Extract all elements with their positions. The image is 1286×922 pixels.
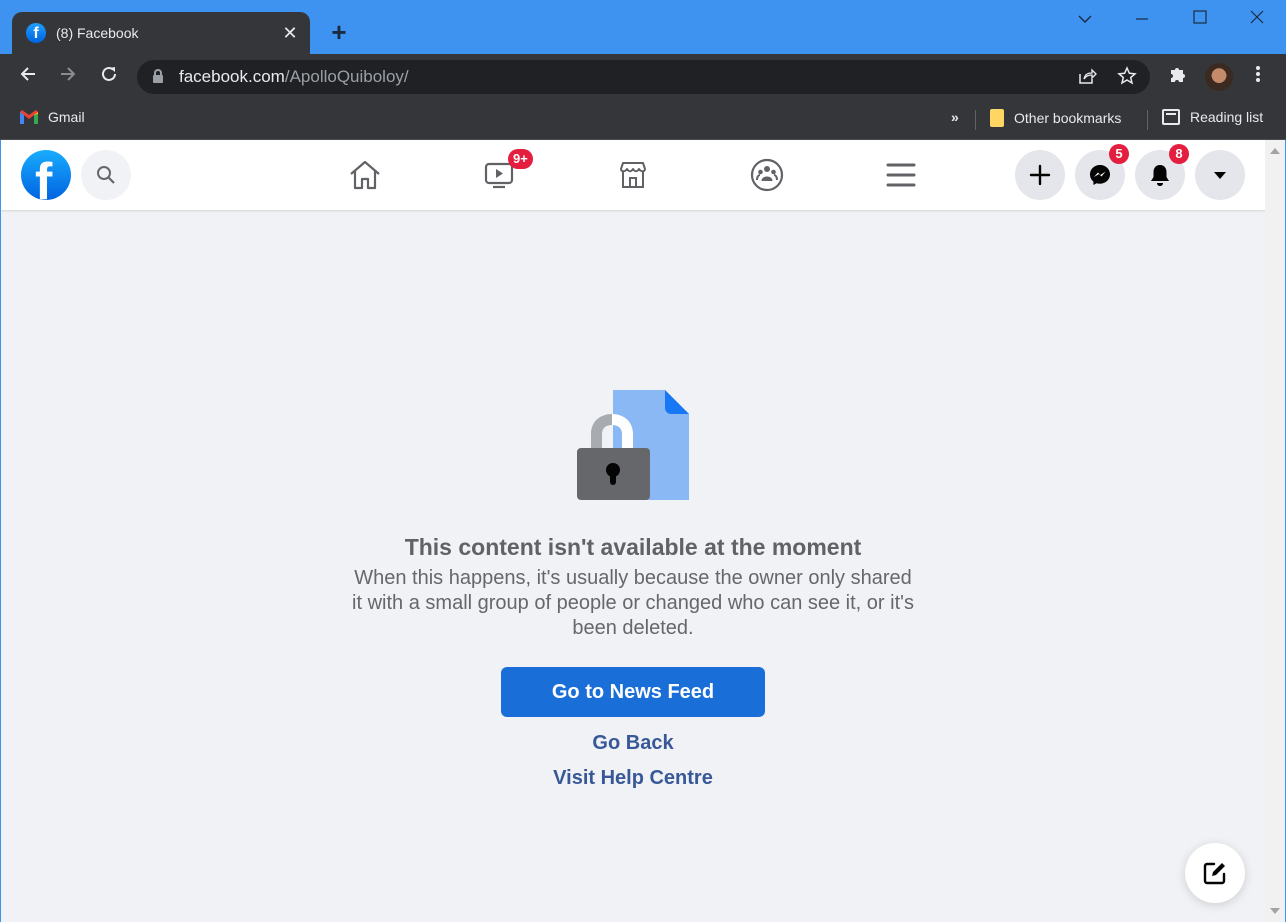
caret-down-icon [1214, 172, 1226, 179]
browser-window: f (8) Facebook ✕ + facebook.com/ApolloQu… [0, 0, 1286, 922]
home-icon [350, 160, 380, 190]
visit-help-centre-link[interactable]: Visit Help Centre [1, 767, 1265, 790]
share-icon[interactable] [1077, 66, 1097, 91]
marketplace-icon [620, 162, 646, 188]
error-title: This content isn't available at the mome… [404, 534, 862, 560]
vertical-scrollbar[interactable] [1265, 140, 1285, 922]
account-menu-button[interactable] [1195, 150, 1245, 200]
tab-close-icon[interactable]: ✕ [280, 23, 300, 44]
error-description: When this happens, it's usually because … [352, 567, 914, 639]
browser-tab[interactable]: f (8) Facebook ✕ [12, 12, 310, 54]
tab-title: (8) Facebook [56, 25, 139, 41]
facebook-header: f 9+ 5 8 [1, 140, 1265, 210]
facebook-favicon-icon: f [26, 23, 46, 43]
nav-marketplace[interactable] [613, 155, 653, 195]
arrow-left-icon [20, 67, 35, 81]
divider [975, 110, 976, 130]
bookmark-star-icon[interactable] [1117, 66, 1137, 91]
facebook-logo[interactable]: f [21, 150, 71, 200]
nav-groups[interactable] [747, 155, 787, 195]
plus-icon [1029, 164, 1051, 186]
bookmark-gmail[interactable]: Gmail [20, 109, 85, 125]
watch-badge: 9+ [508, 149, 533, 169]
page-viewport: f 9+ 5 8 This content isn't available at… [1, 140, 1285, 922]
extensions-puzzle-icon[interactable] [1168, 64, 1188, 89]
notifications-badge: 8 [1169, 144, 1189, 164]
url-text: facebook.com/ApolloQuiboloy/ [179, 67, 409, 86]
browser-toolbar: facebook.com/ApolloQuiboloy/ [0, 54, 1286, 100]
bookmarks-bar: Gmail » Other bookmarks Reading list [0, 100, 1286, 140]
minimize-icon[interactable] [1127, 8, 1157, 29]
search-button[interactable] [81, 150, 131, 200]
lock-icon [153, 69, 163, 83]
new-tab-button[interactable]: + [326, 18, 352, 46]
profile-avatar[interactable] [1205, 63, 1233, 91]
nav-menu[interactable] [881, 155, 921, 195]
bookmark-label: Gmail [48, 109, 85, 125]
gmail-icon [20, 110, 38, 124]
scroll-up-arrow-icon[interactable] [1270, 148, 1280, 154]
search-icon [97, 166, 115, 184]
reading-list-button[interactable]: Reading list [1162, 109, 1263, 125]
messenger-icon [1090, 165, 1110, 185]
forward-button[interactable] [54, 64, 82, 90]
messenger-badge: 5 [1109, 144, 1129, 164]
nav-home[interactable] [345, 155, 385, 195]
folder-icon [990, 109, 1004, 127]
other-bookmarks-button[interactable]: Other bookmarks [990, 109, 1121, 127]
groups-icon [750, 158, 784, 192]
other-bookmarks-label: Other bookmarks [1014, 110, 1122, 126]
go-back-link[interactable]: Go Back [1, 732, 1265, 755]
reload-icon [102, 66, 116, 81]
scroll-down-arrow-icon[interactable] [1270, 908, 1280, 914]
title-bar: f (8) Facebook ✕ + [0, 0, 1286, 54]
reading-list-label: Reading list [1190, 109, 1264, 125]
address-bar[interactable]: facebook.com/ApolloQuiboloy/ [137, 60, 1150, 94]
hamburger-icon [886, 163, 916, 187]
reading-list-icon [1162, 109, 1180, 125]
divider [1147, 110, 1148, 130]
go-to-news-feed-button[interactable]: Go to News Feed [501, 667, 765, 717]
content-unavailable-panel: This content isn't available at the mome… [1, 210, 1265, 922]
reload-button[interactable] [95, 64, 123, 90]
bell-icon [1151, 165, 1169, 186]
maximize-icon[interactable] [1185, 8, 1215, 29]
compose-edit-icon [1203, 862, 1226, 885]
locked-document-icon [577, 390, 689, 500]
tab-search-chevron-down-icon[interactable] [1070, 8, 1100, 29]
arrow-right-icon [61, 67, 76, 81]
kebab-menu-icon[interactable] [1250, 64, 1266, 89]
window-close-icon[interactable] [1242, 8, 1272, 29]
back-button[interactable] [14, 64, 42, 90]
new-message-button[interactable] [1185, 843, 1245, 903]
bookmarks-overflow-button[interactable]: » [951, 109, 959, 125]
create-button[interactable] [1015, 150, 1065, 200]
